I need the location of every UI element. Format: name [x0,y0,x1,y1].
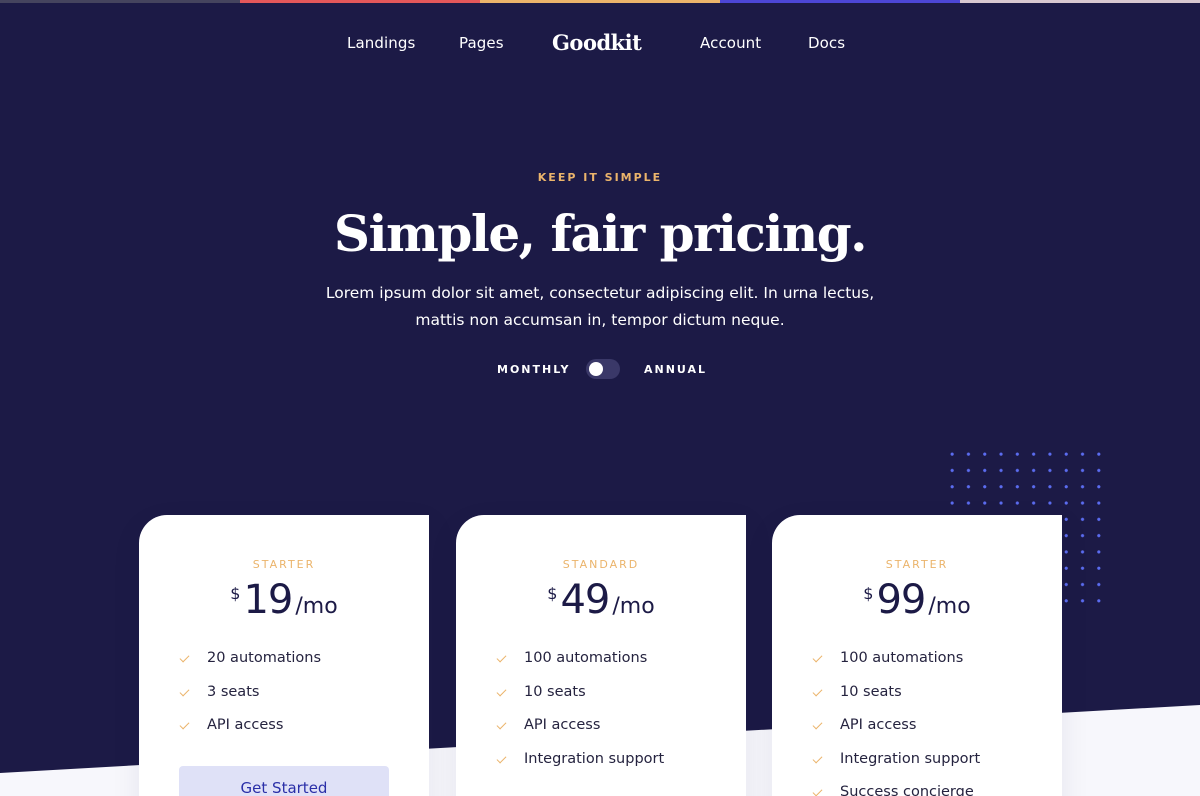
pricing-card-standard: STANDARD $49/mo 100 automations 10 seats… [456,515,746,796]
price-amount: 99 [876,577,926,623]
top-color-stripe [0,0,1200,3]
feature-label: 100 automations [524,650,648,666]
feature-item: 20 automations [179,650,321,684]
price-amount: 49 [560,577,610,623]
brand-logo[interactable]: Goodkit [552,30,642,55]
annual-label[interactable]: ANNUAL [644,363,707,376]
feature-item: API access [179,717,321,751]
feature-list: 100 automations 10 seats API access Inte… [496,650,664,784]
check-icon [179,687,191,699]
feature-label: 20 automations [207,650,322,666]
billing-period-switch[interactable] [586,359,620,379]
check-icon [179,653,191,665]
plan-name: STARTER [252,558,316,571]
feature-list: 100 automations 10 seats API access Inte… [812,650,980,796]
plan-name: STARTER [885,558,949,571]
feature-label: Success concierge [840,784,974,796]
monthly-label[interactable]: MONTHLY [497,363,570,376]
stripe-segment [720,0,960,3]
check-icon [496,754,508,766]
check-icon [812,653,824,665]
plan-price: $49/mo [456,577,746,623]
feature-item: Success concierge [812,784,980,796]
price-period: /mo [612,594,655,619]
check-icon [496,720,508,732]
feature-label: API access [524,717,601,733]
feature-item: 10 seats [812,684,980,718]
plan-price: $99/mo [772,577,1062,623]
billing-toggle: MONTHLY ANNUAL [0,359,1200,381]
feature-label: Integration support [524,750,665,767]
feature-item: 10 seats [496,684,664,718]
check-icon [812,687,824,699]
plan-price: $19/mo [139,577,429,623]
feature-item: 3 seats [179,684,321,718]
check-icon [812,754,824,766]
nav-link-landings[interactable]: Landings [347,34,415,52]
pricing-card-premium: STARTER $99/mo 100 automations 10 seats … [772,515,1062,796]
price-period: /mo [928,594,971,619]
feature-item: 100 automations [496,650,664,684]
feature-item: API access [812,717,980,751]
nav-link-account[interactable]: Account [700,34,761,52]
stripe-segment [240,0,480,3]
get-started-button[interactable]: Get Started [179,766,389,796]
check-icon [496,687,508,699]
plan-name: STANDARD [562,558,640,571]
feature-label: 100 automations [840,650,964,666]
feature-list: 20 automations 3 seats API access [179,650,321,751]
check-icon [179,720,191,732]
stripe-segment [480,0,720,3]
page-title: Simple, fair pricing. [333,204,868,263]
feature-label: Integration support [840,750,981,767]
price-amount: 19 [243,577,293,623]
main-nav: Landings Pages Goodkit Account Docs [0,30,1200,58]
check-icon [812,787,824,796]
feature-item: 100 automations [812,650,980,684]
feature-label: 10 seats [840,683,902,700]
feature-label: API access [207,717,284,733]
feature-label: API access [840,717,917,733]
nav-link-pages[interactable]: Pages [459,34,504,52]
currency-symbol: $ [230,584,241,603]
switch-knob [589,362,603,376]
feature-label: 3 seats [207,683,260,700]
stripe-segment [960,0,1200,3]
hero-eyebrow: KEEP IT SIMPLE [537,171,663,184]
feature-item: Integration support [496,751,664,785]
check-icon [812,720,824,732]
hero-subtitle: Lorem ipsum dolor sit amet, consectetur … [325,284,875,329]
stripe-segment [0,0,240,3]
feature-label: 10 seats [524,683,586,700]
feature-item: API access [496,717,664,751]
feature-item: Integration support [812,751,980,785]
check-icon [496,653,508,665]
currency-symbol: $ [863,584,874,603]
nav-link-docs[interactable]: Docs [808,34,845,52]
pricing-card-starter: STARTER $19/mo 20 automations 3 seats AP… [139,515,429,796]
price-period: /mo [295,594,338,619]
currency-symbol: $ [547,584,558,603]
